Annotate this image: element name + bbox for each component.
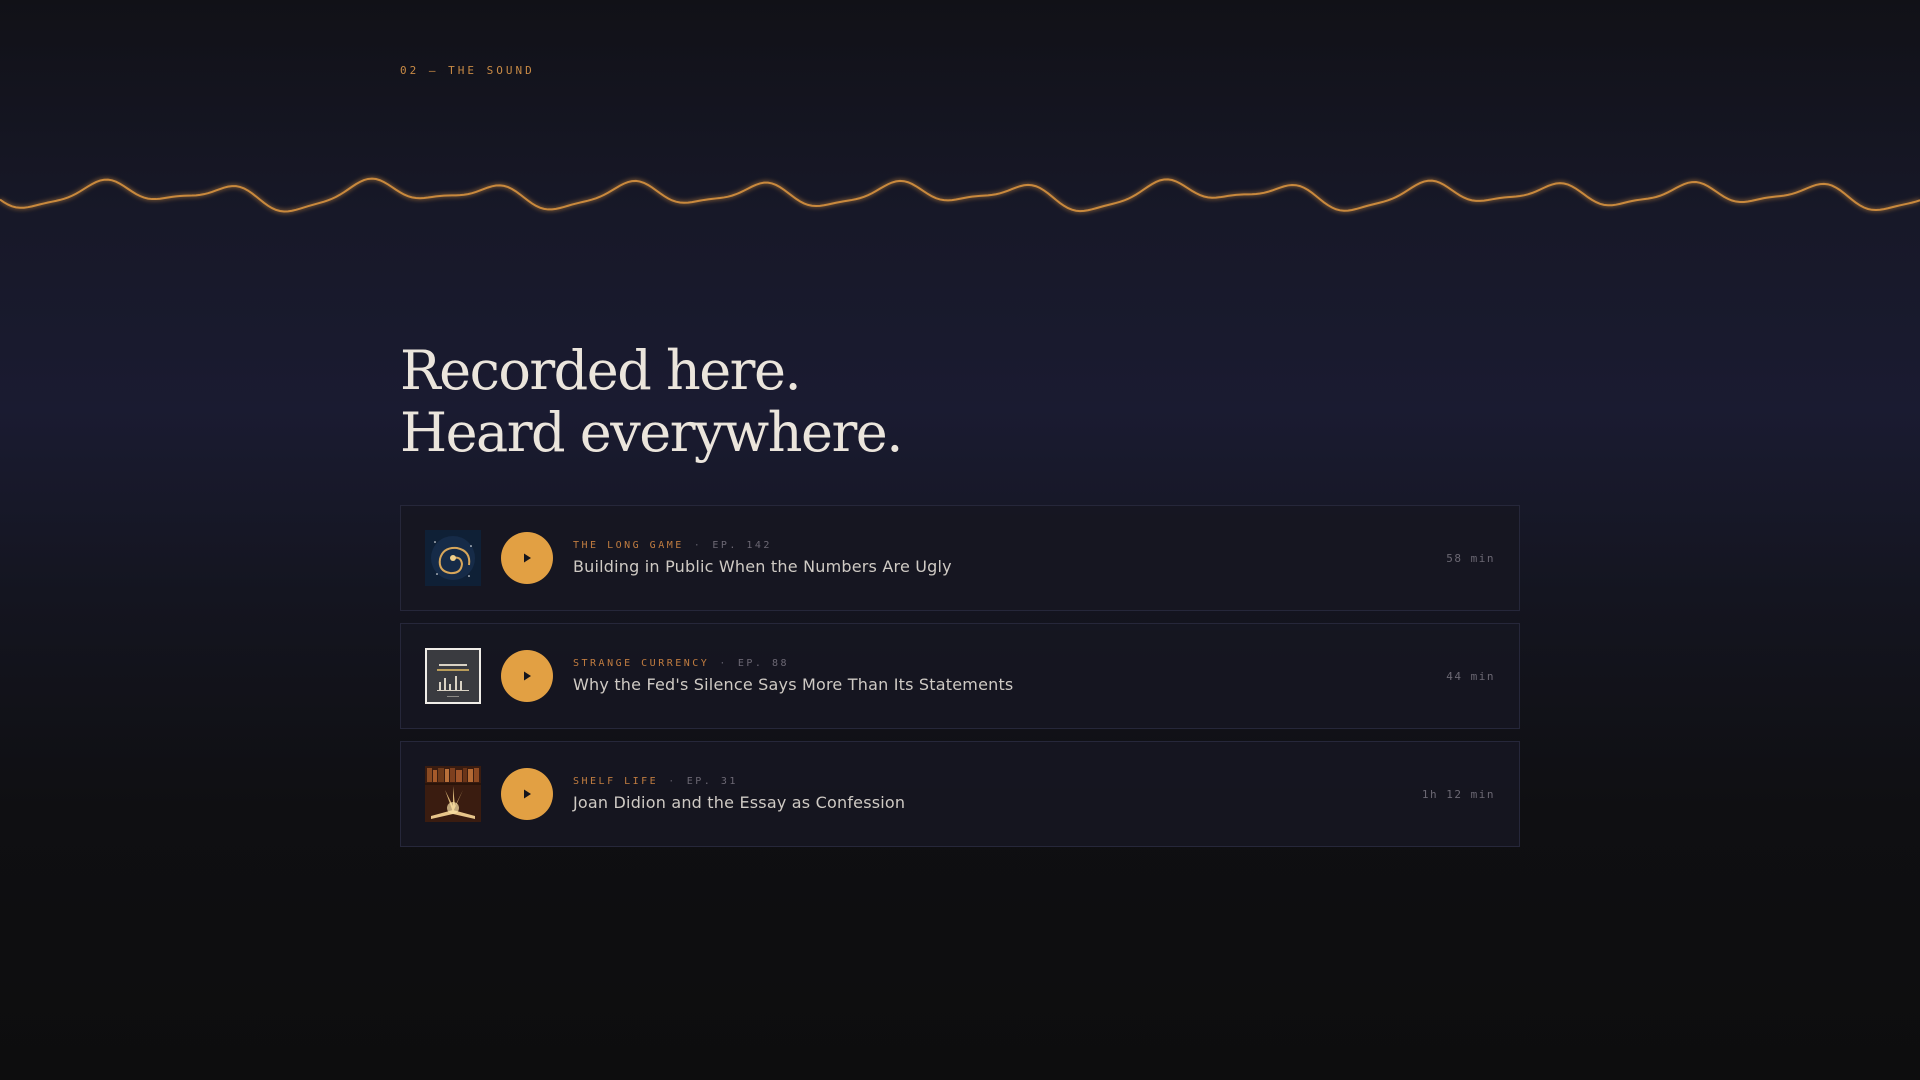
page-headline: Recorded here. Heard everywhere.: [400, 339, 903, 464]
episode-number: EP. 142: [712, 540, 772, 551]
episode-duration: 44 min: [1446, 669, 1495, 683]
episode-row[interactable]: THE LONG GAME · EP. 142 Building in Public…: [400, 505, 1520, 611]
play-button[interactable]: [501, 650, 553, 702]
episode-number: EP. 88: [737, 658, 789, 669]
episode-kicker: SHELF LIFE · EP. 31: [573, 776, 1422, 787]
show-name: STRANGE CURRENCY: [573, 658, 710, 669]
section-eyebrow: 02 — THE SOUND: [400, 64, 535, 77]
episode-title: Joan Didion and the Essay as Confession: [573, 793, 906, 812]
separator-dot: ·: [668, 776, 677, 787]
play-icon: [524, 553, 531, 563]
galaxy-spiral-cover-icon: [425, 530, 481, 586]
episode-row[interactable]: STRANGE CURRENCY · EP. 88 Why the Fed's Si…: [400, 623, 1520, 729]
episode-list: THE LONG GAME · EP. 142 Building in Public…: [400, 505, 1520, 859]
play-button[interactable]: [501, 532, 553, 584]
show-name: SHELF LIFE: [573, 776, 659, 787]
show-name: THE LONG GAME: [573, 540, 684, 551]
waveform-line: [0, 177, 1920, 213]
play-icon: [524, 789, 531, 799]
episode-number: EP. 31: [686, 776, 738, 787]
separator-dot: ·: [693, 540, 703, 551]
episode-duration: 1h 12 min: [1421, 787, 1495, 801]
episode-title: Why the Fed's Silence Says More Than Its…: [573, 675, 1014, 694]
play-icon: [524, 671, 531, 681]
episode-kicker: THE LONG GAME · EP. 142: [573, 540, 1446, 551]
episode-meta: THE LONG GAME · EP. 142 Building in Public…: [573, 540, 1446, 576]
separator-dot: ·: [719, 658, 728, 669]
episode-title: Building in Public When the Numbers Are …: [573, 557, 952, 576]
glowing-book-cover-icon: [425, 766, 481, 822]
episode-duration: 58 min: [1446, 551, 1495, 565]
episode-row[interactable]: SHELF LIFE · EP. 31 Joan Didion and the Es…: [400, 741, 1520, 847]
episode-meta: SHELF LIFE · EP. 31 Joan Didion and the Es…: [573, 776, 1422, 812]
audio-waveform: [0, 177, 1920, 213]
episode-kicker: STRANGE CURRENCY · EP. 88: [573, 658, 1446, 669]
episode-meta: STRANGE CURRENCY · EP. 88 Why the Fed's Si…: [573, 658, 1446, 694]
bar-chart-cover-icon: [425, 648, 481, 704]
play-button[interactable]: [501, 768, 553, 820]
